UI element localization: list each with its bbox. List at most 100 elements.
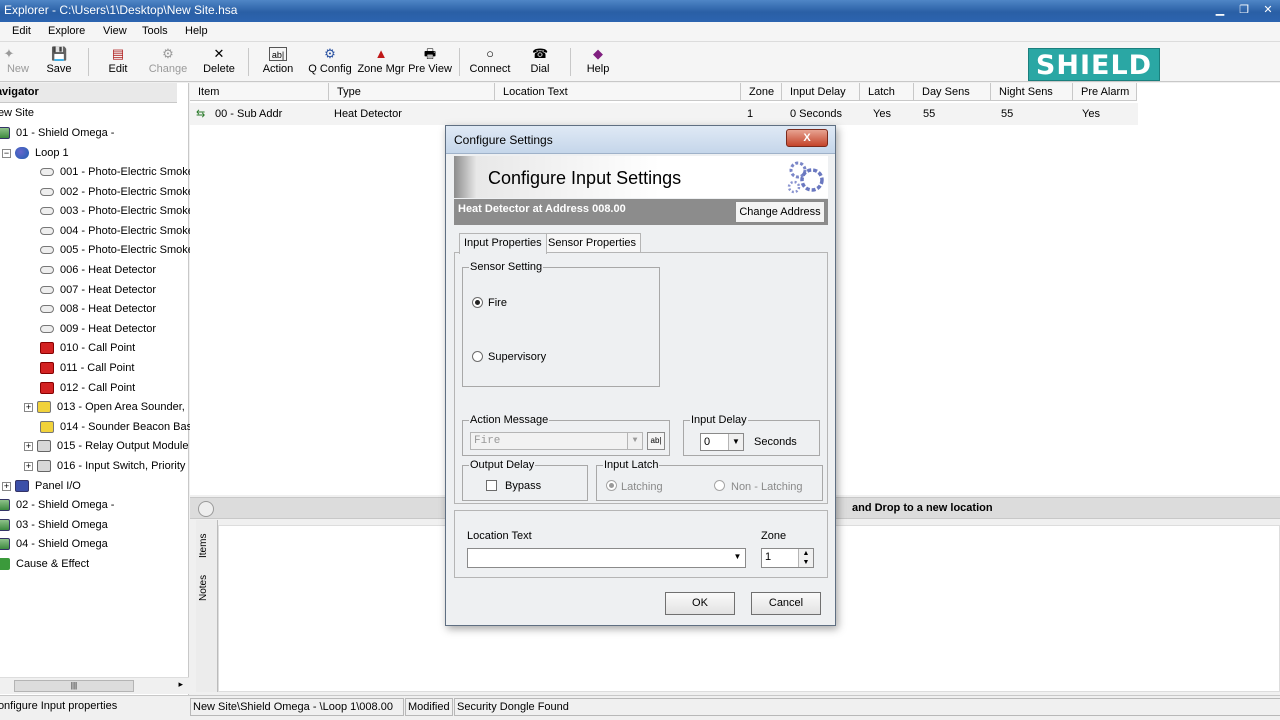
cell-latch: Yes: [873, 108, 891, 120]
menu-view[interactable]: View: [103, 25, 127, 37]
tree-cause-effect[interactable]: Cause & Effect: [0, 555, 89, 573]
menu-tools[interactable]: Tools: [142, 25, 168, 37]
latching-radio[interactable]: [606, 480, 617, 491]
table-row[interactable]: [190, 103, 1138, 125]
col-input-delay[interactable]: Input Delay: [782, 83, 860, 101]
new-button[interactable]: ✦ New: [0, 44, 36, 80]
close-icon[interactable]: ✕: [1256, 0, 1280, 20]
supervisory-radio[interactable]: [472, 351, 483, 362]
expand-icon[interactable]: +: [2, 481, 11, 491]
warning-icon: ▲: [374, 46, 388, 61]
zone-manager-button[interactable]: ▲ Zone Mgr: [353, 44, 409, 80]
tab-input-properties[interactable]: Input Properties: [459, 233, 547, 254]
zone-stepper[interactable]: 1 ▲ ▼: [761, 548, 814, 568]
expand-icon[interactable]: +: [24, 461, 33, 471]
help-button[interactable]: ◆ Help: [571, 44, 625, 80]
connect-button[interactable]: ○ Connect: [463, 44, 517, 80]
action-button[interactable]: ab| Action: [251, 44, 305, 80]
delete-button[interactable]: ✕ Delete: [192, 44, 246, 80]
change-address-button[interactable]: Change Address: [735, 201, 825, 223]
save-button[interactable]: 💾 Save: [32, 44, 86, 80]
fire-radio[interactable]: [472, 297, 483, 308]
tab-sensor-properties[interactable]: Sensor Properties: [543, 233, 642, 253]
menu-help[interactable]: Help: [185, 25, 208, 37]
non-latching-radio[interactable]: [714, 480, 725, 491]
configure-settings-dialog: Configure Settings X Configure Input Set…: [445, 125, 836, 626]
dialog-banner: Configure Input Settings: [454, 156, 828, 198]
navigator-header: Navigator: [0, 83, 177, 103]
detector-icon: [40, 266, 54, 275]
col-type[interactable]: Type: [329, 83, 495, 101]
phone-icon: ☎: [532, 46, 549, 61]
status-message: Configure Input properties: [0, 700, 118, 712]
location-text-input[interactable]: ▼: [467, 548, 746, 568]
tab-items[interactable]: Items: [198, 526, 216, 566]
shield-logo: SHIELD: [1028, 48, 1160, 81]
expand-icon[interactable]: +: [24, 441, 33, 451]
bypass-checkbox[interactable]: [486, 480, 497, 491]
module-icon: [37, 440, 51, 453]
dialog-close-button[interactable]: X: [786, 129, 828, 147]
tree-device-label: 008 - Heat Detector: [60, 303, 156, 316]
menu-edit[interactable]: Edit: [12, 25, 31, 37]
action-message-title: Action Message: [469, 414, 550, 426]
module-icon: [37, 460, 51, 473]
change-button[interactable]: ⚙ Change: [141, 44, 195, 80]
maximize-icon[interactable]: ❐: [1232, 0, 1256, 20]
latching-label: Latching: [621, 481, 663, 493]
col-day-sens[interactable]: Day Sens: [914, 83, 991, 101]
output-delay-title: Output Delay: [469, 459, 536, 471]
col-latch[interactable]: Latch: [860, 83, 914, 101]
chevron-down-icon[interactable]: ▼: [730, 549, 745, 567]
detector-icon: [40, 285, 54, 294]
tree-loop-1[interactable]: − Loop 1: [2, 144, 69, 162]
tree-device-label: 007 - Heat Detector: [60, 283, 156, 296]
action-message-select[interactable]: Fire ▼: [470, 432, 643, 450]
tree-device-item[interactable]: +016 - Input Switch, Priority: [24, 457, 214, 475]
spinner-icon[interactable]: ▲ ▼: [798, 549, 813, 567]
address-label: Heat Detector at Address 008.00: [458, 203, 626, 215]
tree-device-item[interactable]: +015 - Relay Output Module: [24, 437, 214, 455]
menu-explore[interactable]: Explore: [48, 25, 85, 37]
col-location[interactable]: Location Text: [495, 83, 741, 101]
navigator-hscrollbar[interactable]: ||| ▸: [0, 677, 189, 694]
tab-notes[interactable]: Notes: [198, 568, 216, 608]
delete-icon: ✕: [213, 46, 225, 61]
tree-panel-4[interactable]: 04 - Shield Omega: [0, 535, 108, 553]
tree-panel-1[interactable]: 01 - Shield Omega -: [0, 124, 114, 142]
tree-panel-2[interactable]: 02 - Shield Omega -: [0, 496, 114, 514]
detector-icon: [40, 226, 54, 235]
minimize-icon[interactable]: ▁: [1208, 0, 1232, 20]
tree-device-label: 016 - Input Switch, Priority: [57, 460, 186, 472]
action-message-edit-button[interactable]: ab|: [647, 432, 665, 450]
supervisory-label: Supervisory: [488, 351, 547, 363]
col-night-sens[interactable]: Night Sens: [991, 83, 1073, 101]
non-latching-label: Non - Latching: [731, 481, 803, 493]
tree-panel-3[interactable]: 03 - Shield Omega: [0, 516, 108, 534]
collapse-icon[interactable]: −: [2, 148, 11, 158]
splitter-toggle-icon[interactable]: [198, 501, 214, 517]
cancel-button[interactable]: Cancel: [751, 592, 821, 615]
input-delay-select[interactable]: 0 ▼: [700, 433, 744, 451]
col-item[interactable]: Item: [190, 83, 329, 101]
sensor-setting-group: Sensor Setting Fire Supervisory: [462, 261, 660, 387]
bypass-label: Bypass: [505, 480, 542, 492]
connect-icon: ○: [486, 46, 494, 61]
scroll-thumb[interactable]: |||: [14, 680, 134, 692]
qconfig-button[interactable]: ⚙ Q Config: [302, 44, 358, 80]
save-icon: 💾: [51, 46, 68, 61]
tree-device-label: 010 - Call Point: [60, 342, 136, 355]
expand-icon[interactable]: +: [24, 402, 33, 412]
col-pre-alarm[interactable]: Pre Alarm: [1073, 83, 1137, 101]
preview-button[interactable]: 🖶 Pre View: [403, 44, 457, 80]
ok-button[interactable]: OK: [665, 592, 735, 615]
change-icon: ⚙: [162, 46, 174, 61]
dial-button[interactable]: ☎ Dial: [513, 44, 567, 80]
tree-device-item[interactable]: +013 - Open Area Sounder,: [24, 398, 214, 416]
tree-site[interactable]: New Site: [0, 104, 34, 122]
scroll-right-icon[interactable]: ▸: [178, 679, 183, 690]
tree-panel-io[interactable]: + Panel I/O: [2, 477, 81, 495]
edit-button[interactable]: ▤ Edit: [91, 44, 145, 80]
col-zone[interactable]: Zone: [741, 83, 782, 101]
detector-icon: [40, 305, 54, 314]
